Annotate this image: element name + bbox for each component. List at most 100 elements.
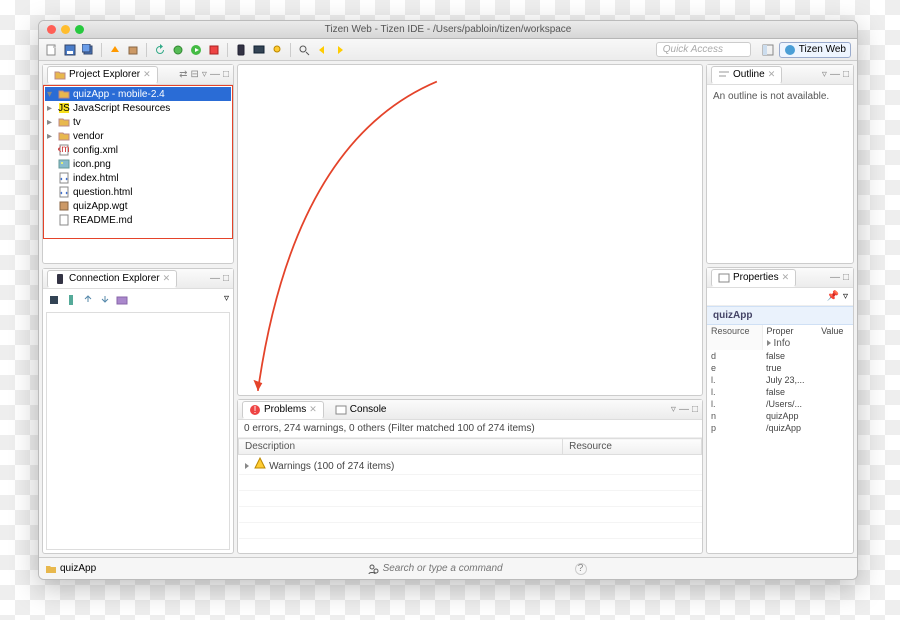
- svg-text:!: !: [254, 405, 257, 416]
- table-row[interactable]: Warnings (100 of 274 items): [239, 455, 702, 475]
- device-icon[interactable]: [234, 43, 248, 57]
- tab-connection-explorer[interactable]: Connection Explorer ✕: [47, 270, 177, 288]
- property-row[interactable]: dfalse: [707, 350, 853, 362]
- maximize-view-icon[interactable]: □: [843, 272, 849, 283]
- back-icon[interactable]: [315, 43, 329, 57]
- tab-console[interactable]: Console: [328, 401, 394, 419]
- help-icon[interactable]: ?: [575, 563, 587, 575]
- close-icon[interactable]: ✕: [768, 69, 776, 80]
- ext-tools-icon[interactable]: [207, 43, 221, 57]
- screenshot-icon[interactable]: [115, 293, 129, 307]
- emulator-mgr-icon[interactable]: [47, 293, 61, 307]
- tab-properties[interactable]: Properties ✕: [711, 269, 796, 287]
- refresh-icon[interactable]: [153, 43, 167, 57]
- maximize-view-icon[interactable]: □: [843, 69, 849, 80]
- close-icon[interactable]: ✕: [309, 404, 317, 415]
- close-icon[interactable]: ✕: [782, 272, 790, 283]
- expand-icon[interactable]: [245, 463, 249, 469]
- annotation-arrow: [238, 65, 702, 407]
- tab-project-explorer[interactable]: Project Explorer ✕: [47, 66, 158, 84]
- maximize-view-icon[interactable]: □: [223, 69, 229, 80]
- save-icon[interactable]: [63, 43, 77, 57]
- tree-item[interactable]: README.md: [45, 213, 231, 227]
- maximize-view-icon[interactable]: □: [692, 404, 698, 415]
- property-row[interactable]: nquizApp: [707, 410, 853, 422]
- pull-icon[interactable]: [98, 293, 112, 307]
- link-editor-icon[interactable]: ⇄: [179, 69, 187, 80]
- minimize-view-icon[interactable]: —: [679, 404, 689, 415]
- project-icon: [45, 563, 57, 575]
- tab-problems[interactable]: ! Problems ✕: [242, 401, 324, 419]
- minimize-view-icon[interactable]: —: [210, 273, 220, 284]
- tree-item[interactable]: quizApp.wgt: [45, 199, 231, 213]
- tree-item[interactable]: question.html: [45, 185, 231, 199]
- view-tools: ⇄ ⊟ ▿ — □: [179, 69, 229, 80]
- problems-table: Description Resource Warnings (100 of 27…: [238, 438, 702, 553]
- property-row[interactable]: l./Users/...: [707, 398, 853, 410]
- view-menu-icon[interactable]: ▿: [671, 404, 676, 415]
- tree-item[interactable]: index.html: [45, 171, 231, 185]
- wgt-icon: [58, 200, 70, 212]
- perspective-tizen-web[interactable]: Tizen Web: [779, 42, 851, 58]
- col-resource[interactable]: Resource: [563, 439, 702, 455]
- tree-label: README.md: [73, 215, 132, 226]
- close-icon[interactable]: ✕: [143, 69, 151, 80]
- prop-value: true: [762, 362, 817, 374]
- minimize-view-icon[interactable]: —: [210, 69, 220, 80]
- push-icon[interactable]: [81, 293, 95, 307]
- certificate-icon[interactable]: [270, 43, 284, 57]
- emulator-icon[interactable]: [252, 43, 266, 57]
- prop-key: p: [707, 422, 762, 434]
- ide-window: Tizen Web - Tizen IDE - /Users/pabloin/t…: [38, 20, 858, 580]
- forward-icon[interactable]: [333, 43, 347, 57]
- quick-access-input[interactable]: Quick Access: [656, 42, 751, 57]
- property-row[interactable]: p/quizApp: [707, 422, 853, 434]
- collapse-all-icon[interactable]: ⊟: [191, 69, 199, 80]
- save-all-icon[interactable]: [81, 43, 95, 57]
- view-menu-icon[interactable]: ▿: [843, 291, 848, 302]
- tree-item[interactable]: icon.png: [45, 157, 231, 171]
- search-person-icon: [367, 563, 379, 575]
- new-icon[interactable]: [45, 43, 59, 57]
- build-icon[interactable]: [108, 43, 122, 57]
- info-group[interactable]: Info: [774, 338, 791, 349]
- search-icon[interactable]: [297, 43, 311, 57]
- view-menu-icon[interactable]: ▿: [224, 293, 229, 307]
- view-menu-icon[interactable]: ▿: [202, 69, 207, 80]
- expand-icon[interactable]: ▸: [47, 117, 55, 128]
- tree-root[interactable]: ▾ quizApp - mobile-2.4: [45, 87, 231, 101]
- expand-icon[interactable]: ▸: [47, 103, 55, 114]
- cell-text: Warnings (100 of 274 items): [269, 461, 394, 472]
- expand-icon[interactable]: ▸: [47, 131, 55, 142]
- property-row[interactable]: etrue: [707, 362, 853, 374]
- property-row[interactable]: l.false: [707, 386, 853, 398]
- minimize-view-icon[interactable]: —: [830, 272, 840, 283]
- window-title: Tizen Web - Tizen IDE - /Users/pabloin/t…: [39, 24, 857, 35]
- col-description[interactable]: Description: [239, 439, 563, 455]
- editor-area[interactable]: [237, 64, 703, 396]
- view-menu-icon[interactable]: ▿: [822, 69, 827, 80]
- remote-device-icon[interactable]: [64, 293, 78, 307]
- command-input[interactable]: [383, 563, 563, 574]
- property-category[interactable]: Resource: [707, 325, 762, 350]
- tree-item[interactable]: ▸JSJavaScript Resources: [45, 101, 231, 115]
- prop-key: l.: [707, 374, 762, 386]
- connection-tree[interactable]: [46, 312, 230, 550]
- run-icon[interactable]: [189, 43, 203, 57]
- outline-icon: [718, 69, 730, 81]
- expand-icon[interactable]: ▾: [47, 89, 55, 100]
- minimize-view-icon[interactable]: —: [830, 69, 840, 80]
- expand-icon[interactable]: [767, 340, 771, 346]
- toolbar-separator: [146, 43, 147, 57]
- tree-item[interactable]: xmlconfig.xml: [45, 143, 231, 157]
- tab-outline[interactable]: Outline ✕: [711, 66, 782, 84]
- open-perspective-icon[interactable]: [761, 43, 775, 57]
- close-icon[interactable]: ✕: [163, 273, 171, 284]
- debug-icon[interactable]: [171, 43, 185, 57]
- package-icon[interactable]: [126, 43, 140, 57]
- property-row[interactable]: l.July 23,...: [707, 374, 853, 386]
- maximize-view-icon[interactable]: □: [223, 273, 229, 284]
- tree-item[interactable]: ▸vendor: [45, 129, 231, 143]
- tree-item[interactable]: ▸tv: [45, 115, 231, 129]
- pin-icon[interactable]: 📌: [827, 291, 839, 302]
